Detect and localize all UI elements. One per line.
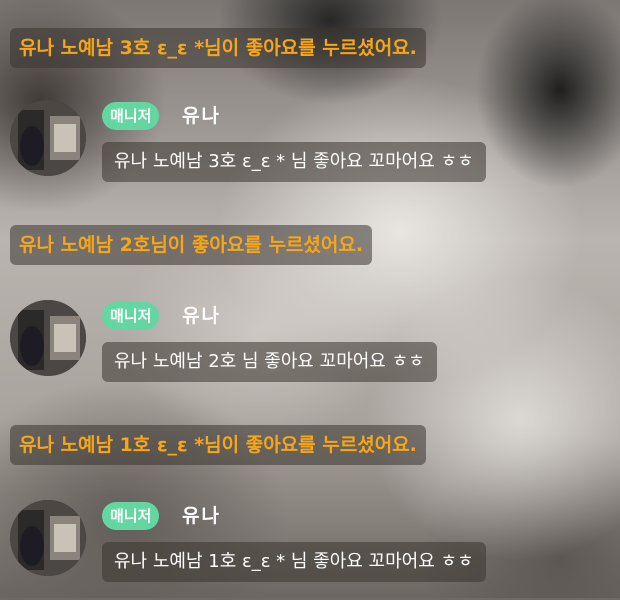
message-text: 유나 노예남 1호 ε_ε * 님 좋아요 꼬마어요 ㅎㅎ <box>114 551 474 572</box>
manager-badge: 매니저 <box>102 502 160 530</box>
message-text: 유나 노예남 2호 님 좋아요 꼬마어요 ㅎㅎ <box>114 351 425 372</box>
avatar-image <box>10 500 86 576</box>
manager-badge: 매니저 <box>102 102 160 130</box>
message-text: 유나 노예남 3호 ε_ε * 님 좋아요 꼬마어요 ㅎㅎ <box>114 151 474 172</box>
chat-message: 매니저 유나 유나 노예남 1호 ε_ε * 님 좋아요 꼬마어요 ㅎㅎ <box>10 500 610 600</box>
message-bubble: 유나 노예남 2호 님 좋아요 꼬마어요 ㅎㅎ <box>102 342 437 382</box>
like-notice: 유나 노예남 2호님이 좋아요를 누르셨어요. <box>10 225 373 265</box>
like-notice-text: 유나 노예남 1호 ε_ε *님이 좋아요를 누르셨어요. <box>19 434 417 456</box>
avatar-image <box>10 300 86 376</box>
sender-nickname[interactable]: 유나 <box>182 100 221 132</box>
chat-message: 매니저 유나 유나 노예남 3호 ε_ε * 님 좋아요 꼬마어요 ㅎㅎ <box>10 100 610 200</box>
chat-message: 매니저 유나 유나 노예남 2호 님 좋아요 꼬마어요 ㅎㅎ <box>10 300 610 400</box>
message-bubble: 유나 노예남 1호 ε_ε * 님 좋아요 꼬마어요 ㅎㅎ <box>102 542 486 582</box>
avatar-image <box>10 100 86 176</box>
like-notice-text: 유나 노예남 3호 ε_ε *님이 좋아요를 누르셨어요. <box>19 37 417 59</box>
sender-nickname[interactable]: 유나 <box>182 500 221 532</box>
message-bubble: 유나 노예남 3호 ε_ε * 님 좋아요 꼬마어요 ㅎㅎ <box>102 142 486 182</box>
like-notice: 유나 노예남 1호 ε_ε *님이 좋아요를 누르셨어요. <box>10 425 426 465</box>
like-notice-text: 유나 노예남 2호님이 좋아요를 누르셨어요. <box>19 234 364 256</box>
avatar[interactable] <box>10 500 86 576</box>
sender-nickname[interactable]: 유나 <box>182 300 221 332</box>
avatar[interactable] <box>10 300 86 376</box>
like-notice: 유나 노예남 3호 ε_ε *님이 좋아요를 누르셨어요. <box>10 28 426 68</box>
manager-badge: 매니저 <box>102 302 160 330</box>
avatar[interactable] <box>10 100 86 176</box>
